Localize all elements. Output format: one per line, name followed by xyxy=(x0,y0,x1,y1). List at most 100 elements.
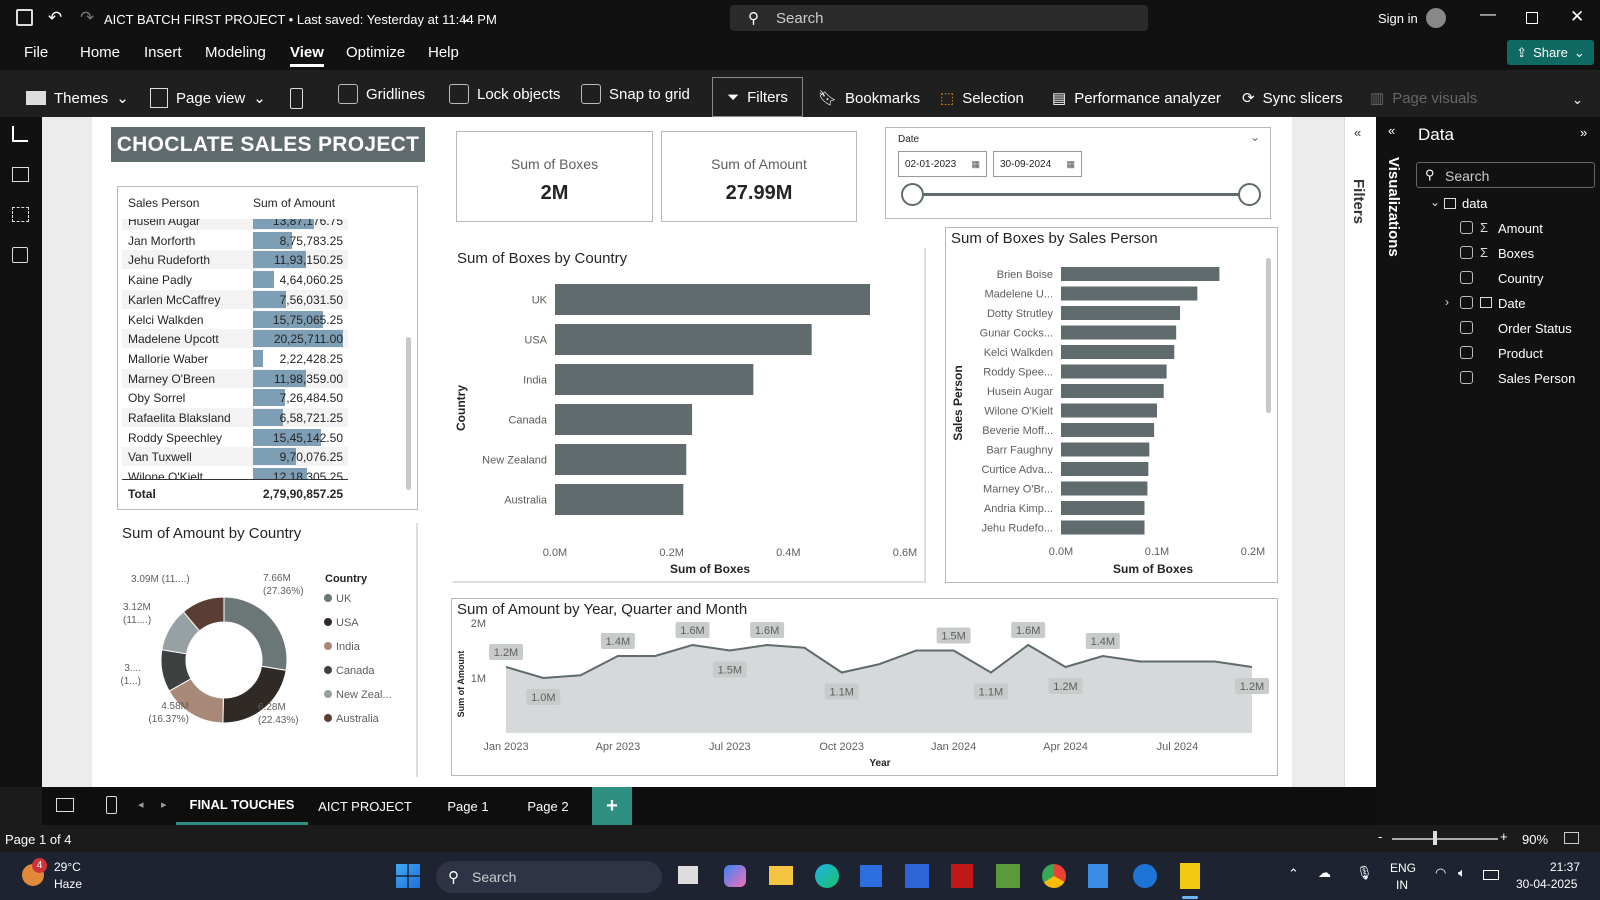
redo-icon[interactable]: ↷ xyxy=(80,8,94,28)
copilot-icon[interactable] xyxy=(724,865,746,887)
table-row[interactable]: Oby Sorrel 7,26,484.50 xyxy=(122,388,348,408)
field-checkbox[interactable] xyxy=(1460,221,1473,234)
save-icon[interactable] xyxy=(16,9,33,26)
add-page-button[interactable]: + xyxy=(592,787,632,825)
mcafee-icon[interactable] xyxy=(951,864,973,888)
bookmarks-button[interactable]: 🔖︎ Bookmarks xyxy=(818,84,920,112)
date-slicer[interactable]: Date ⌄ 02-01-2023 ▦ 30-09-2024 ▦ xyxy=(885,127,1271,219)
table-row[interactable]: Madelene Upcott 20,25,711.00 xyxy=(122,329,348,349)
column-header-sales-person[interactable]: Sales Person xyxy=(128,196,199,210)
task-view-icon[interactable] xyxy=(678,866,698,884)
volume-icon[interactable]: 🔈︎ xyxy=(1458,865,1466,881)
region-code[interactable]: IN xyxy=(1396,878,1408,892)
table-node[interactable]: ⌄ data xyxy=(1412,193,1600,215)
table-view-icon[interactable] xyxy=(12,167,29,182)
column-header-sum-of-amount[interactable]: Sum of Amount xyxy=(253,196,335,210)
menu-view[interactable]: View xyxy=(290,44,324,61)
sign-in-link[interactable]: Sign in xyxy=(1378,11,1418,26)
prev-page-icon[interactable]: ◂ xyxy=(138,798,144,811)
fit-page-icon[interactable] xyxy=(1564,832,1579,844)
edge-icon[interactable] xyxy=(815,864,839,888)
end-date-input[interactable]: 30-09-2024 ▦ xyxy=(993,151,1082,177)
zoom-slider-thumb[interactable] xyxy=(1433,831,1437,845)
table-row[interactable]: Jan Morforth 8,75,783.25 xyxy=(122,230,348,250)
taskbar-search[interactable]: ⚲ Search xyxy=(436,861,662,893)
file-explorer-icon[interactable] xyxy=(769,866,793,885)
snap-to-grid-checkbox[interactable]: Snap to grid xyxy=(581,80,690,108)
table-row[interactable]: Mallorie Waber 2,22,428.25 xyxy=(122,348,348,368)
snipping-tool-icon[interactable] xyxy=(1133,864,1157,888)
vscode-icon[interactable] xyxy=(905,864,929,888)
maximize-icon[interactable] xyxy=(1526,12,1538,24)
visualizations-pane-label[interactable]: Visualizations xyxy=(1385,157,1402,257)
slider-start-handle[interactable] xyxy=(901,183,924,206)
undo-icon[interactable]: ↶ xyxy=(48,8,62,28)
field-checkbox[interactable] xyxy=(1460,346,1473,359)
filters-pane-label[interactable]: Filters xyxy=(1350,179,1367,224)
search-box[interactable]: ⚲ Search xyxy=(730,5,1148,31)
field-checkbox[interactable] xyxy=(1460,296,1473,309)
mobile-layout-icon[interactable] xyxy=(106,796,117,814)
close-icon[interactable]: ✕ xyxy=(1570,7,1584,27)
table-scrollbar[interactable] xyxy=(406,337,411,490)
field-item[interactable]: Sales Person xyxy=(1412,368,1600,390)
chart-scrollbar[interactable] xyxy=(1266,258,1271,413)
share-button[interactable]: ⇪ Share ⌄ xyxy=(1507,40,1594,65)
app-icon[interactable] xyxy=(996,864,1020,888)
power-bi-icon[interactable] xyxy=(1180,863,1200,889)
zoom-slider[interactable] xyxy=(1392,838,1498,840)
zoom-out-icon[interactable]: - xyxy=(1378,829,1382,844)
tab-final-touches[interactable]: FINAL TOUCHES xyxy=(176,787,308,825)
table-row[interactable]: Wilone O'Kielt 12,18,305.25 xyxy=(122,467,348,479)
report-view-icon[interactable] xyxy=(12,126,28,142)
battery-icon[interactable] xyxy=(1483,870,1499,880)
tab-page-2[interactable]: Page 2 xyxy=(510,787,586,825)
themes-button[interactable]: Themes ⌄ xyxy=(26,84,129,112)
language-code[interactable]: ENG xyxy=(1390,861,1416,875)
chrome-icon[interactable] xyxy=(1042,864,1066,888)
data-search-box[interactable]: ⚲ Search xyxy=(1416,162,1595,188)
filters-button[interactable]: ⏷ Filters xyxy=(712,77,803,117)
zoom-in-icon[interactable]: + xyxy=(1500,829,1508,844)
gridlines-checkbox[interactable]: Gridlines xyxy=(338,80,425,108)
notepad-icon[interactable] xyxy=(1088,864,1108,888)
amount-by-time-area-chart[interactable]: Sum of Amount by Year, Quarter and Month… xyxy=(451,598,1278,776)
start-date-input[interactable]: 02-01-2023 ▦ xyxy=(898,151,987,177)
field-checkbox[interactable] xyxy=(1460,246,1473,259)
menu-modeling[interactable]: Modeling xyxy=(205,44,266,61)
field-item[interactable]: Country xyxy=(1412,268,1600,290)
expand-icon[interactable]: » xyxy=(1580,125,1587,140)
visualizations-pane[interactable]: « Visualizations xyxy=(1376,117,1412,852)
page-view-button[interactable]: Page view ⌄ xyxy=(150,84,266,112)
minimize-icon[interactable]: — xyxy=(1480,6,1496,24)
chevron-down-icon[interactable]: ⌄ xyxy=(460,10,471,26)
windows-start-icon[interactable] xyxy=(396,864,420,888)
desktop-layout-icon[interactable] xyxy=(56,798,74,812)
menu-help[interactable]: Help xyxy=(428,44,459,61)
tab-page-1[interactable]: Page 1 xyxy=(430,787,506,825)
kpi-card-amount[interactable]: Sum of Amount 27.99M xyxy=(661,131,857,222)
table-row[interactable]: Karlen McCaffrey 7,56,031.50 xyxy=(122,289,348,309)
field-item[interactable]: Σ Amount xyxy=(1412,218,1600,240)
lock-objects-checkbox[interactable]: Lock objects xyxy=(449,80,560,108)
menu-home[interactable]: Home xyxy=(80,44,120,61)
performance-analyzer-button[interactable]: ▤ Performance analyzer xyxy=(1052,84,1221,112)
network-cloud-icon[interactable]: ☁ xyxy=(1318,865,1331,881)
field-item[interactable]: › Date xyxy=(1412,293,1600,315)
field-checkbox[interactable] xyxy=(1460,271,1473,284)
table-row[interactable]: Husein Augar 13,87,176.75 xyxy=(122,219,348,230)
table-row[interactable]: Jehu Rudeforth 11,93,150.25 xyxy=(122,250,348,270)
dax-query-icon[interactable] xyxy=(12,247,28,263)
tab-aict-project[interactable]: AICT PROJECT xyxy=(312,787,418,825)
table-row[interactable]: Rafaelita Blaksland 6,58,721.25 xyxy=(122,408,348,427)
slider-end-handle[interactable] xyxy=(1238,183,1261,206)
menu-optimize[interactable]: Optimize xyxy=(346,44,405,61)
ribbon-expand-icon[interactable]: ⌄ xyxy=(1572,92,1583,108)
menu-file[interactable]: File xyxy=(24,44,48,61)
field-item[interactable]: Product xyxy=(1412,343,1600,365)
boxes-by-sales-person-chart[interactable]: Sum of Boxes by Sales Person Brien Boise… xyxy=(945,227,1278,583)
field-item[interactable]: Σ Boxes xyxy=(1412,243,1600,265)
clock-time[interactable]: 21:37 xyxy=(1550,860,1580,874)
next-page-icon[interactable]: ▸ xyxy=(161,798,167,811)
amount-by-country-donut[interactable]: Sum of Amount by Country 7.66M (27.36%) 6.… xyxy=(117,523,418,777)
